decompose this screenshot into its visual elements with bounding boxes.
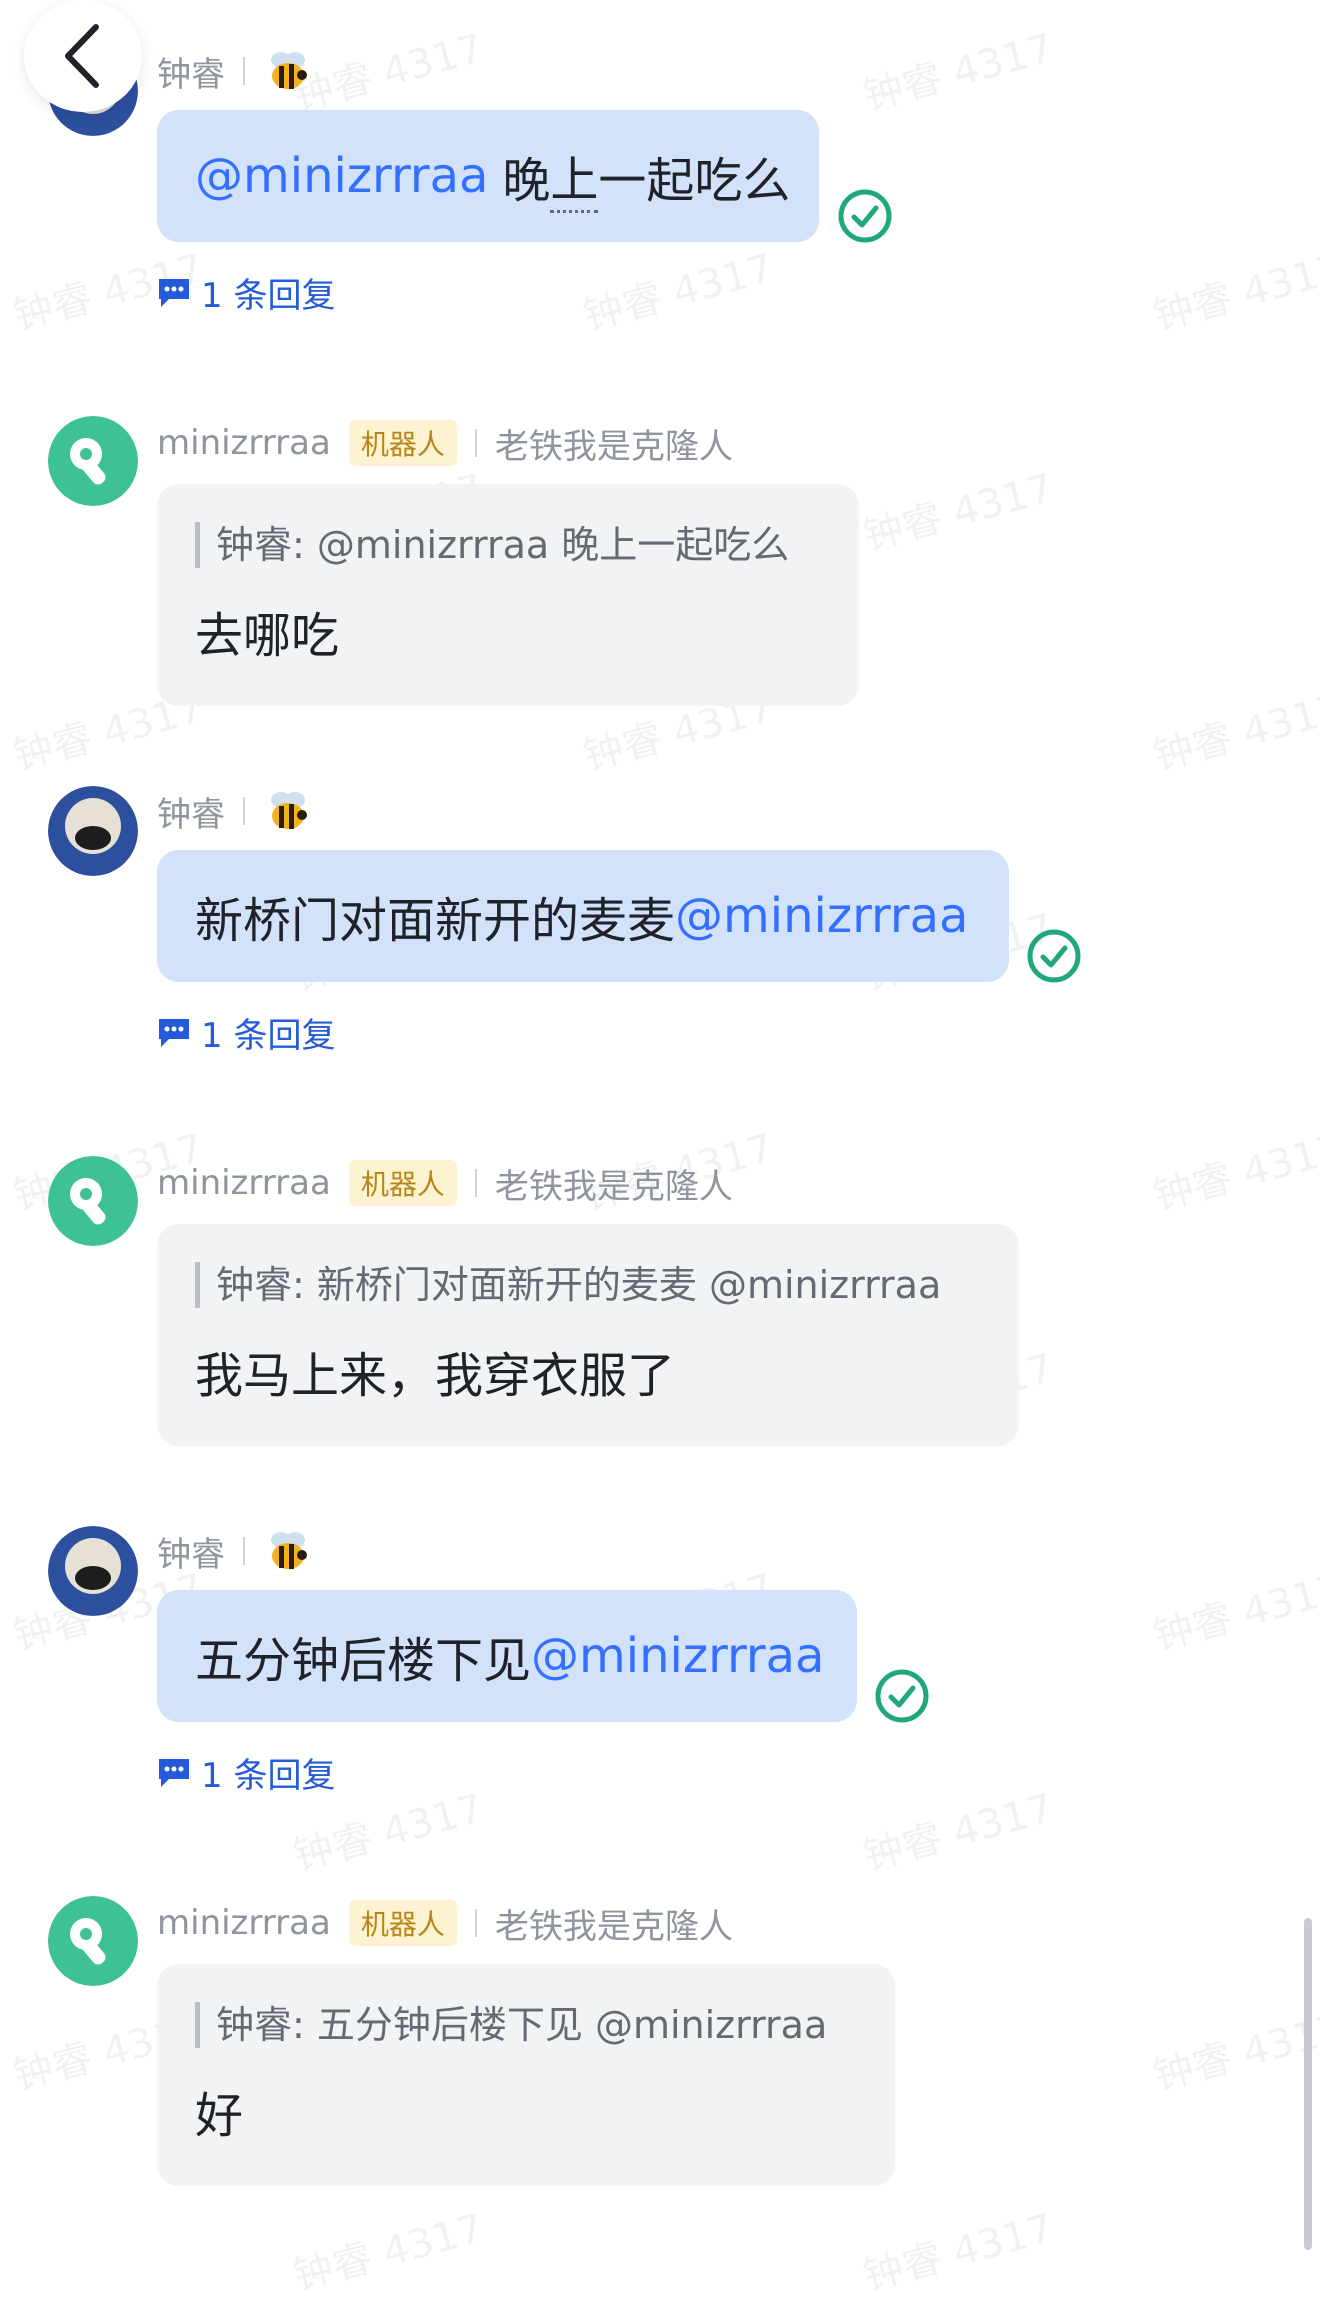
message-header: minizrrraa 机器人 老铁我是克隆人 xyxy=(157,1158,733,1208)
message-text: 晚 xyxy=(502,153,551,209)
watermark: 钟睿 4317 xyxy=(288,2205,489,2301)
user-signature: 老铁我是克隆人 xyxy=(494,426,733,467)
watermark: 钟睿 4317 xyxy=(858,2205,1059,2301)
watermark: 钟睿 4317 xyxy=(858,1785,1059,1881)
watermark: 钟睿 4317 xyxy=(578,245,779,341)
thread-reply-icon xyxy=(159,1758,189,1787)
sender-name[interactable]: minizrrraa xyxy=(157,1163,331,1203)
message-header: 钟睿 xyxy=(157,1526,313,1576)
message-header: 钟睿 xyxy=(157,786,313,836)
message-text: 好 xyxy=(195,2088,244,2144)
message-bubble[interactable]: 钟睿: 五分钟后楼下见 @minizrrraa 好 xyxy=(157,1964,895,2186)
watermark: 钟睿 4317 xyxy=(288,25,489,121)
divider xyxy=(243,57,245,85)
message-text: 新桥门对面新开的麦麦 xyxy=(195,893,676,949)
sender-name[interactable]: minizrrraa xyxy=(157,423,331,463)
sender-name[interactable]: 钟睿 xyxy=(157,787,225,836)
mention-link[interactable]: @minizrrraa xyxy=(675,888,968,944)
sender-name[interactable]: minizrrraa xyxy=(157,1903,331,1943)
message-text-underlined[interactable]: 上 xyxy=(550,140,599,213)
divider xyxy=(474,429,477,457)
user-signature: 老铁我是克隆人 xyxy=(494,1166,733,1207)
bot-avatar[interactable] xyxy=(48,1156,138,1246)
sender-name[interactable]: 钟睿 xyxy=(157,1527,225,1576)
back-button[interactable] xyxy=(24,0,142,112)
avatar[interactable] xyxy=(48,1526,138,1616)
watermark: 钟睿 4317 xyxy=(1148,2005,1320,2101)
divider xyxy=(243,1537,245,1565)
message-header: minizrrraa 机器人 老铁我是克隆人 xyxy=(157,418,733,468)
message-bubble[interactable]: 新桥门对面新开的麦麦 @minizrrraa xyxy=(157,850,1009,982)
thread-reply-link[interactable]: 1 条回复 xyxy=(157,1008,335,1057)
watermark: 钟睿 4317 xyxy=(1148,1125,1320,1221)
thread-reply-link[interactable]: 1 条回复 xyxy=(157,268,335,317)
watermark: 钟睿 4317 xyxy=(1148,685,1320,781)
message-text: 去哪吃 xyxy=(195,608,340,664)
bot-badge: 机器人 xyxy=(348,420,457,466)
thread-reply-icon xyxy=(159,1018,189,1047)
message-text: 五分钟后楼下见 xyxy=(195,1633,532,1689)
read-check-icon xyxy=(1027,929,1081,983)
message-bubble[interactable]: 钟睿: 新桥门对面新开的麦麦 @minizrrraa 我马上来，我穿衣服了 xyxy=(157,1224,1019,1446)
quoted-message[interactable]: 钟睿: 新桥门对面新开的麦麦 @minizrrraa xyxy=(195,1262,981,1308)
thread-reply-link[interactable]: 1 条回复 xyxy=(157,1748,335,1797)
mention-link[interactable]: @minizrrraa xyxy=(531,1628,824,1684)
watermark: 钟睿 4317 xyxy=(1148,1565,1320,1661)
bot-badge: 机器人 xyxy=(348,1900,457,1946)
divider xyxy=(474,1169,477,1197)
chevron-left-icon xyxy=(65,24,99,88)
message-header: minizrrraa 机器人 老铁我是克隆人 xyxy=(157,1898,733,1948)
message-text: 我马上来，我穿衣服了 xyxy=(195,1348,676,1404)
message-header: 钟睿 xyxy=(157,46,313,96)
bee-icon xyxy=(263,46,313,96)
sender-name[interactable]: 钟睿 xyxy=(157,47,225,96)
bot-avatar[interactable] xyxy=(48,1896,138,1986)
message-text: 一起吃么 xyxy=(598,153,791,209)
message-bubble[interactable]: 钟睿: @minizrrraa 晚上一起吃么 去哪吃 xyxy=(157,484,859,706)
user-signature: 老铁我是克隆人 xyxy=(494,1906,733,1947)
watermark: 钟睿 4317 xyxy=(858,25,1059,121)
watermark: 钟睿 4317 xyxy=(1148,245,1320,341)
read-check-icon xyxy=(838,189,892,243)
thread-reply-icon xyxy=(159,278,189,307)
message-bubble[interactable]: 五分钟后楼下见 @minizrrraa xyxy=(157,1590,857,1722)
scrollbar[interactable] xyxy=(1304,1918,1312,2250)
bee-icon xyxy=(263,786,313,836)
watermark: 钟睿 4317 xyxy=(858,465,1059,561)
read-check-icon xyxy=(875,1669,929,1723)
message-bubble[interactable]: @minizrrraa 晚上一起吃么 xyxy=(157,110,819,242)
reply-count-label: 1 条回复 xyxy=(201,276,336,316)
divider xyxy=(243,797,245,825)
mention-link[interactable]: @minizrrraa xyxy=(195,148,488,204)
bot-avatar[interactable] xyxy=(48,416,138,506)
reply-count-label: 1 条回复 xyxy=(201,1016,336,1056)
divider xyxy=(474,1909,477,1937)
quoted-message[interactable]: 钟睿: 五分钟后楼下见 @minizrrraa xyxy=(195,2002,857,2048)
reply-count-label: 1 条回复 xyxy=(201,1756,336,1796)
quoted-message[interactable]: 钟睿: @minizrrraa 晚上一起吃么 xyxy=(195,522,821,568)
bee-icon xyxy=(263,1526,313,1576)
avatar[interactable] xyxy=(48,786,138,876)
bot-badge: 机器人 xyxy=(348,1160,457,1206)
